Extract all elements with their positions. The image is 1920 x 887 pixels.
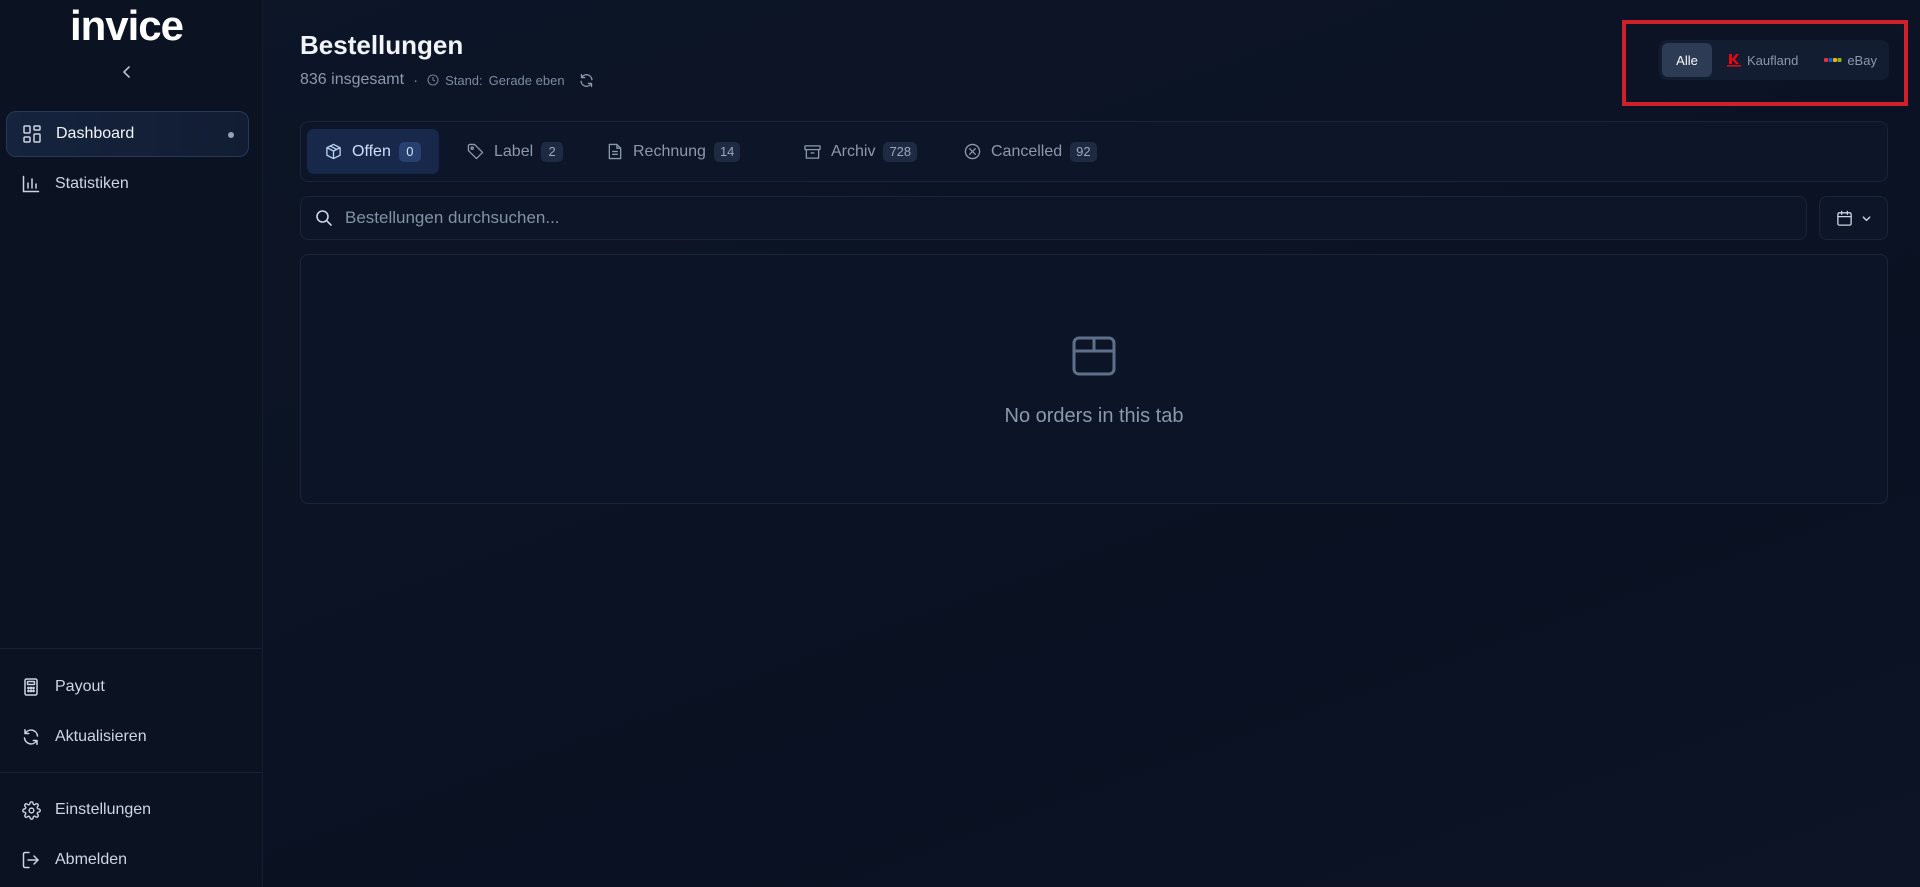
- archive-icon: [804, 144, 821, 160]
- sidebar-item-label: Statistiken: [55, 175, 129, 192]
- separator-dot: ·: [413, 71, 419, 89]
- brand-logo[interactable]: invice: [0, 2, 253, 50]
- sidebar-item-label: Abmelden: [55, 851, 128, 868]
- platform-label: eBay: [1847, 52, 1877, 68]
- ebay-logo-icon: [1824, 55, 1842, 65]
- platform-filter: Alle Kaufland eBay: [1659, 40, 1889, 80]
- order-tabs: Offen 0 Label 2 Rechnung 14 Archiv 728 C…: [300, 121, 1888, 182]
- page-title: Bestellungen: [300, 30, 464, 60]
- sidebar-item-payout[interactable]: Payout: [6, 664, 249, 710]
- status-value: Gerade eben: [488, 72, 565, 88]
- refresh-icon: [579, 73, 593, 87]
- sidebar-item-label: Payout: [55, 678, 105, 695]
- order-total: 836 insgesamt: [300, 71, 405, 88]
- logout-icon: [21, 850, 41, 870]
- tab-count-badge: 0: [398, 141, 421, 162]
- dashboard-grid-icon: [22, 124, 42, 144]
- tab-offen[interactable]: Offen 0: [307, 129, 439, 174]
- refresh-icon: [21, 727, 41, 747]
- sidebar-item-einstellungen[interactable]: Einstellungen: [6, 787, 249, 833]
- calculator-icon: [21, 677, 41, 697]
- status-label: Stand:: [445, 72, 483, 88]
- collapse-sidebar-button[interactable]: [117, 62, 137, 82]
- tab-label[interactable]: Label 2: [449, 129, 581, 174]
- sidebar-divider: [0, 772, 262, 773]
- calendar-icon: [1836, 210, 1853, 227]
- tab-label-text: Label: [494, 142, 534, 160]
- sidebar-item-abmelden[interactable]: Abmelden: [6, 837, 249, 883]
- tab-label-text: Archiv: [831, 142, 876, 160]
- orders-panel: No orders in this tab: [300, 254, 1888, 504]
- sidebar-item-label: Aktualisieren: [55, 728, 147, 745]
- platform-filter-kaufland[interactable]: Kaufland: [1726, 43, 1798, 77]
- cancel-circle-icon: [964, 143, 981, 160]
- search-box: [300, 196, 1807, 240]
- refresh-button[interactable]: [579, 73, 594, 88]
- platform-label: Kaufland: [1747, 52, 1799, 68]
- sidebar: invice Dashboard Statistiken Payout Aktu…: [0, 0, 263, 887]
- sidebar-item-dashboard[interactable]: Dashboard: [6, 111, 249, 157]
- search-icon: [315, 209, 333, 227]
- sidebar-item-label: Dashboard: [56, 125, 135, 142]
- tag-icon: [467, 143, 484, 160]
- kaufland-logo-icon: [1726, 53, 1742, 67]
- tab-label-text: Rechnung: [633, 142, 706, 160]
- tab-cancelled[interactable]: Cancelled 92: [946, 129, 1115, 174]
- package-icon: [325, 143, 342, 160]
- platform-filter-ebay[interactable]: eBay: [1824, 43, 1877, 77]
- search-input[interactable]: [345, 208, 1806, 228]
- order-summary: 836 insgesamt · Stand: Gerade eben: [300, 71, 594, 89]
- date-filter-button[interactable]: [1819, 196, 1888, 240]
- tab-rechnung[interactable]: Rechnung 14: [589, 129, 758, 174]
- gear-icon: [21, 800, 41, 820]
- platform-filter-alle[interactable]: Alle: [1662, 43, 1712, 77]
- chevron-down-icon: [1861, 213, 1872, 224]
- tab-count-badge: 2: [541, 141, 564, 162]
- bar-chart-icon: [21, 174, 41, 194]
- platform-label: Alle: [1676, 52, 1698, 68]
- tab-count-badge: 14: [713, 141, 741, 162]
- tab-count-badge: 728: [883, 141, 918, 162]
- document-icon: [607, 143, 623, 160]
- sidebar-item-statistiken[interactable]: Statistiken: [6, 161, 249, 207]
- sidebar-divider: [0, 648, 262, 649]
- tab-label-text: Cancelled: [991, 142, 1063, 160]
- box-icon: [1069, 330, 1119, 380]
- clock-icon: [427, 74, 439, 86]
- sidebar-item-label: Einstellungen: [55, 801, 152, 818]
- chevron-left-icon: [123, 66, 130, 78]
- sidebar-item-aktualisieren[interactable]: Aktualisieren: [6, 714, 249, 760]
- active-indicator-dot: [228, 132, 234, 138]
- empty-state-message: No orders in this tab: [1004, 405, 1184, 427]
- tab-label: Offen: [352, 142, 391, 160]
- tab-archiv[interactable]: Archiv 728: [786, 129, 935, 174]
- tab-count-badge: 92: [1070, 141, 1097, 162]
